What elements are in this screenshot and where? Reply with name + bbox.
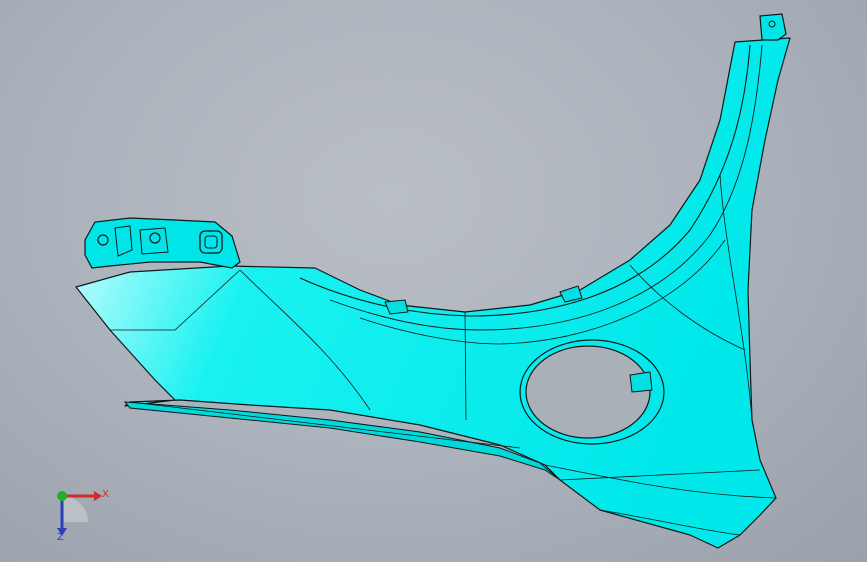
- fender-part-model[interactable]: [0, 0, 867, 562]
- fuel-filler-hinge: [629, 371, 653, 393]
- fender-body[interactable]: [75, 37, 791, 549]
- fuel-filler-opening[interactable]: [525, 345, 651, 439]
- y-axis-dot: [57, 491, 67, 501]
- x-axis-label: X: [102, 489, 109, 500]
- z-axis-label: Z: [57, 532, 64, 543]
- cad-graphics-viewport[interactable]: X Z: [0, 0, 867, 562]
- coordinate-triad: X Z: [40, 478, 120, 548]
- x-axis-arrowhead: [94, 491, 102, 501]
